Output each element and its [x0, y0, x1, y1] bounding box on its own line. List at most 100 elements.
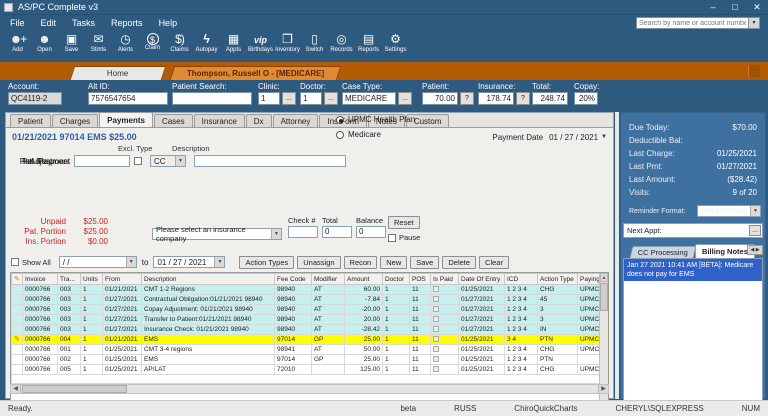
column-header[interactable]: From [103, 274, 142, 285]
toolbar-button[interactable]: Switch [301, 31, 328, 62]
column-header[interactable]: Doctor [383, 274, 410, 285]
action-button[interactable]: Delete [442, 256, 476, 269]
menu-tasks[interactable]: Tasks [72, 18, 95, 28]
check-total-input[interactable]: 0 [322, 226, 352, 238]
toolbar-button[interactable]: Settings [382, 31, 409, 62]
minimize-button[interactable]: – [702, 2, 724, 13]
action-button[interactable]: Action Types [239, 256, 294, 269]
menu-edit[interactable]: Edit [41, 18, 57, 28]
payment-description-input[interactable] [194, 155, 346, 167]
reset-button[interactable]: Reset [388, 216, 420, 229]
maximize-button[interactable]: □ [724, 2, 746, 13]
patient-tab[interactable]: Patient [10, 114, 51, 127]
menu-help[interactable]: Help [159, 18, 178, 28]
clinic-lookup-button[interactable]: ... [282, 92, 296, 105]
toolbar-button[interactable]: Claim [139, 31, 166, 62]
plan-radio-medicare[interactable] [336, 131, 344, 139]
table-horizontal-scrollbar[interactable]: ◀ ▶ [10, 384, 609, 394]
toolbar-button[interactable]: Claims [166, 31, 193, 62]
table-row[interactable]: 0000766 005 1 01/25/2021 AP/LAT 72010 12… [12, 365, 610, 375]
patient-tab[interactable]: Payments [99, 112, 153, 127]
toolbar-button[interactable]: Stmts [85, 31, 112, 62]
next-appt-lookup-button[interactable]: ... [749, 225, 761, 236]
tab-billing-notes[interactable]: Billing Notes [695, 244, 755, 258]
insurance-company-dropdown[interactable]: Please select an insurance company ▼ [152, 228, 282, 240]
payment-date-value[interactable]: 01 / 27 / 2021 [549, 133, 598, 142]
payment-date-dropdown-icon[interactable]: ▼ [601, 134, 607, 140]
alt-id-field[interactable]: 7576547654 [88, 92, 168, 105]
table-row[interactable]: 0000766 002 1 01/25/2021 EMS 97014 GP 25… [12, 355, 610, 365]
column-header[interactable] [12, 274, 23, 285]
billing-note-item[interactable]: Jan 27 2021 10:41 AM [BETA]: Medicare do… [624, 259, 762, 281]
action-button[interactable]: Unassign [297, 256, 340, 269]
column-header[interactable]: Description [142, 274, 275, 285]
check-balance-input[interactable]: 0 [356, 226, 386, 238]
next-appt-field[interactable]: Next Appt: ... [623, 223, 763, 238]
search-dropdown-icon[interactable]: ▾ [749, 17, 760, 29]
toolbar-button[interactable]: Reports [355, 31, 382, 62]
table-row[interactable]: 0000766 001 1 01/25/2021 CMT 3-4 regions… [12, 345, 610, 355]
toolbar-button[interactable]: Alerts [112, 31, 139, 62]
search-input[interactable] [636, 17, 749, 29]
column-header[interactable]: Date Of Entry [459, 274, 505, 285]
toolbar-button[interactable]: Inventory [274, 31, 301, 62]
patient-balance-help-button[interactable]: ? [460, 92, 474, 105]
plan-radio-upmc[interactable] [336, 116, 344, 124]
column-header[interactable]: POS [410, 274, 431, 285]
tab-cc-processing[interactable]: CC Processing [630, 246, 697, 258]
table-row[interactable]: 0000766 003 1 01/21/2021 CMT 1-2 Regions… [12, 285, 610, 295]
notes-tab-scroll-icons[interactable]: ◀ ▶ [747, 245, 763, 255]
table-row[interactable]: 0000766 004 1 01/21/2021 EMS 97014 GP 25… [12, 335, 610, 345]
column-header[interactable]: ICD [505, 274, 538, 285]
case-type-lookup-button[interactable]: ... [398, 92, 412, 105]
column-header[interactable]: Amount [345, 274, 383, 285]
date-from-dropdown[interactable]: / /▼ [59, 256, 137, 268]
column-header[interactable]: Invoice [23, 274, 58, 285]
menu-file[interactable]: File [10, 18, 25, 28]
toolbar-button[interactable]: Open [31, 31, 58, 62]
column-header[interactable]: Action Type [538, 274, 578, 285]
insurance-balance-help-button[interactable]: ? [516, 92, 530, 105]
panel-divider[interactable] [615, 112, 619, 399]
doctor-lookup-button[interactable]: ... [324, 92, 338, 105]
tab-patient-thompson[interactable]: Thompson, Russell O - [MEDICARE] [170, 66, 342, 80]
table-row[interactable]: 0000766 003 1 01/27/2021 Insurance Check… [12, 325, 610, 335]
column-header[interactable]: Units [81, 274, 103, 285]
payment-type-dropdown[interactable]: CC▼ [150, 155, 186, 167]
patient-tab[interactable]: Insurance [194, 114, 245, 127]
toolbar-button[interactable]: Appts [220, 31, 247, 62]
column-header[interactable]: Modifier [312, 274, 345, 285]
table-row[interactable]: 0000766 003 1 01/27/2021 Copay Adjustmen… [12, 305, 610, 315]
patient-tab[interactable]: Cases [154, 114, 193, 127]
table-row[interactable]: 0000766 003 1 01/27/2021 Transfer to Pat… [12, 315, 610, 325]
pause-checkbox[interactable] [388, 234, 396, 242]
menu-reports[interactable]: Reports [111, 18, 143, 28]
action-button[interactable]: Save [410, 256, 439, 269]
payment-amount-input[interactable] [74, 155, 130, 167]
tab-home[interactable]: Home [70, 66, 167, 80]
column-header[interactable]: Is Paid [431, 274, 459, 285]
toolbar-button[interactable]: Save [58, 31, 85, 62]
check-number-input[interactable] [288, 226, 318, 238]
action-button[interactable]: New [380, 256, 407, 269]
close-button[interactable]: ✕ [746, 2, 768, 13]
doctor-field[interactable]: 1 [300, 92, 322, 105]
show-all-checkbox[interactable] [11, 258, 19, 266]
patient-tab[interactable]: Attorney [273, 114, 319, 127]
column-header[interactable]: Fee Code [275, 274, 312, 285]
toolbar-button[interactable]: Add [4, 31, 31, 62]
clinic-field[interactable]: 1 [258, 92, 280, 105]
table-row[interactable]: 0000766 003 1 01/27/2021 Contractual Obl… [12, 295, 610, 305]
reminder-format-dropdown[interactable]: Text and Email ▼ [697, 205, 761, 217]
patient-tab[interactable]: Dx [246, 114, 272, 127]
patient-tab[interactable]: Charges [52, 114, 98, 127]
toolbar-button[interactable]: Records [328, 31, 355, 62]
patient-search-field[interactable] [172, 92, 252, 105]
toolbar-button[interactable]: Birthdays [247, 31, 274, 62]
column-header[interactable]: Tra... [58, 274, 81, 285]
action-button[interactable]: Clear [479, 256, 509, 269]
action-button[interactable]: Recon [344, 256, 378, 269]
toolbar-button[interactable]: Autopay [193, 31, 220, 62]
case-type-field[interactable]: MEDICARE [342, 92, 396, 105]
date-to-dropdown[interactable]: 01 / 27 / 2021▼ [153, 256, 225, 268]
